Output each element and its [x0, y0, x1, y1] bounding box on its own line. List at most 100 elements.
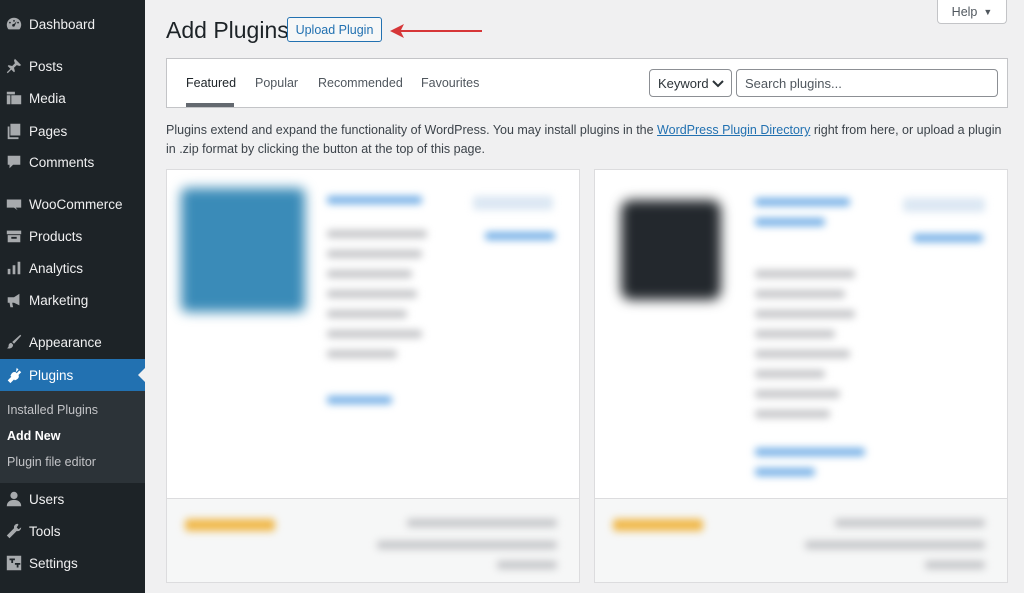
admin-sidebar: Dashboard Posts Media Pages Comments Woo…: [0, 0, 145, 593]
sidebar-item-label: Marketing: [29, 292, 89, 308]
footer-meta-blur: [805, 541, 985, 549]
sidebar-item-label: Comments: [29, 154, 95, 170]
footer-meta-blur: [925, 561, 985, 569]
media-icon: [4, 88, 24, 108]
plugin-card[interactable]: [166, 169, 580, 583]
rating-stars-blur: [613, 519, 703, 531]
annotation-arrow: [390, 24, 482, 38]
sidebar-item-users[interactable]: Users: [0, 483, 145, 515]
footer-meta-blur: [835, 519, 985, 527]
submenu-installed-plugins[interactable]: Installed Plugins: [7, 403, 98, 417]
pages-icon: [4, 121, 24, 141]
sidebar-item-label: Tools: [29, 523, 61, 539]
tab-recommended[interactable]: Recommended: [318, 76, 403, 90]
caret-down-icon: ▼: [983, 6, 993, 17]
install-button-blur: [473, 196, 553, 210]
dashboard-icon: [4, 14, 24, 34]
plugin-desc-blur: [755, 330, 835, 338]
install-button-blur: [903, 198, 985, 212]
sidebar-item-label: Pages: [29, 123, 68, 139]
plugin-link-blur: [755, 448, 865, 456]
sidebar-item-woocommerce[interactable]: WooCommerce: [0, 188, 145, 220]
plugin-thumbnail: [181, 188, 305, 312]
footer-meta-blur: [377, 541, 557, 549]
rating-stars-blur: [185, 519, 275, 531]
search-type-value: Keyword: [658, 75, 709, 91]
tab-popular[interactable]: Popular: [255, 76, 298, 90]
plugin-desc-blur: [755, 290, 845, 298]
wrench-icon: [4, 521, 24, 541]
plugin-card-footer: [167, 498, 579, 582]
more-details-blur: [485, 232, 555, 240]
plugin-desc-blur: [327, 290, 417, 298]
pin-icon: [4, 56, 24, 76]
plugin-title-blur: [755, 218, 825, 226]
plugin-filter-bar: Featured Popular Recommended Favourites …: [166, 58, 1008, 108]
upload-plugin-button[interactable]: Upload Plugin: [287, 17, 382, 42]
sidebar-item-pages[interactable]: Pages: [0, 115, 145, 147]
tab-favourites[interactable]: Favourites: [421, 76, 479, 90]
plugin-desc-blur: [327, 330, 422, 338]
users-icon: [4, 489, 24, 509]
plugin-desc-blur: [755, 310, 855, 318]
submenu-plugin-file-editor[interactable]: Plugin file editor: [7, 455, 96, 469]
plugin-link-blur: [327, 396, 392, 404]
plugin-desc-blur: [755, 370, 825, 378]
sidebar-item-analytics[interactable]: Analytics: [0, 252, 145, 284]
footer-meta-blur: [407, 519, 557, 527]
tab-featured[interactable]: Featured: [186, 76, 236, 90]
plugin-desc-blur: [327, 230, 427, 238]
chevron-down-icon: [712, 80, 724, 88]
sidebar-item-label: Plugins: [29, 367, 74, 383]
submenu-add-new[interactable]: Add New: [7, 429, 60, 443]
sidebar-item-plugins[interactable]: Plugins: [0, 359, 145, 391]
page-title: Add Plugins: [166, 17, 289, 43]
description-text: Plugins extend and expand the functional…: [166, 123, 658, 137]
plugin-desc-blur: [755, 390, 840, 398]
settings-icon: [4, 553, 24, 573]
sidebar-item-label: Appearance: [29, 334, 102, 350]
sidebar-item-label: Analytics: [29, 260, 84, 276]
sidebar-item-appearance[interactable]: Appearance: [0, 326, 145, 358]
search-plugins-input[interactable]: [736, 69, 998, 97]
plugin-thumbnail: [621, 200, 721, 300]
sidebar-item-label: Products: [29, 228, 83, 244]
plugin-title-blur: [755, 198, 850, 206]
plugin-desc-blur: [327, 310, 407, 318]
plugins-description: Plugins extend and expand the functional…: [166, 121, 1006, 159]
more-details-blur: [913, 234, 983, 242]
woocommerce-icon: [4, 194, 24, 214]
sidebar-item-posts[interactable]: Posts: [0, 50, 145, 82]
plugins-submenu: Installed Plugins Add New Plugin file ed…: [0, 391, 145, 483]
sidebar-item-label: Media: [29, 90, 66, 106]
sidebar-item-media[interactable]: Media: [0, 82, 145, 114]
megaphone-icon: [4, 290, 24, 310]
search-type-select[interactable]: Keyword: [649, 69, 732, 97]
sidebar-item-label: Settings: [29, 555, 78, 571]
sidebar-item-settings[interactable]: Settings: [0, 547, 145, 579]
help-label: Help: [951, 4, 978, 19]
plugin-desc-blur: [327, 250, 422, 258]
plugin-card[interactable]: [594, 169, 1008, 583]
analytics-icon: [4, 258, 24, 278]
plugin-title-blur: [327, 196, 422, 204]
sidebar-item-tools[interactable]: Tools: [0, 515, 145, 547]
plugin-desc-blur: [327, 270, 412, 278]
plugin-link-blur: [755, 468, 815, 476]
help-tab[interactable]: Help ▼: [937, 0, 1007, 24]
active-tab-indicator: [186, 103, 234, 107]
plugin-card-footer: [595, 498, 1007, 582]
footer-meta-blur: [497, 561, 557, 569]
sidebar-item-label: WooCommerce: [29, 196, 123, 212]
plugin-desc-blur: [755, 350, 850, 358]
plugin-desc-blur: [327, 350, 397, 358]
sidebar-item-marketing[interactable]: Marketing: [0, 284, 145, 316]
sidebar-item-products[interactable]: Products: [0, 220, 145, 252]
plugin-icon: [4, 365, 24, 385]
sidebar-item-label: Users: [29, 491, 65, 507]
sidebar-item-label: Dashboard: [29, 16, 96, 32]
sidebar-item-dashboard[interactable]: Dashboard: [0, 8, 145, 40]
plugin-desc-blur: [755, 410, 830, 418]
sidebar-item-comments[interactable]: Comments: [0, 146, 145, 178]
plugin-directory-link[interactable]: WordPress Plugin Directory: [657, 123, 810, 137]
